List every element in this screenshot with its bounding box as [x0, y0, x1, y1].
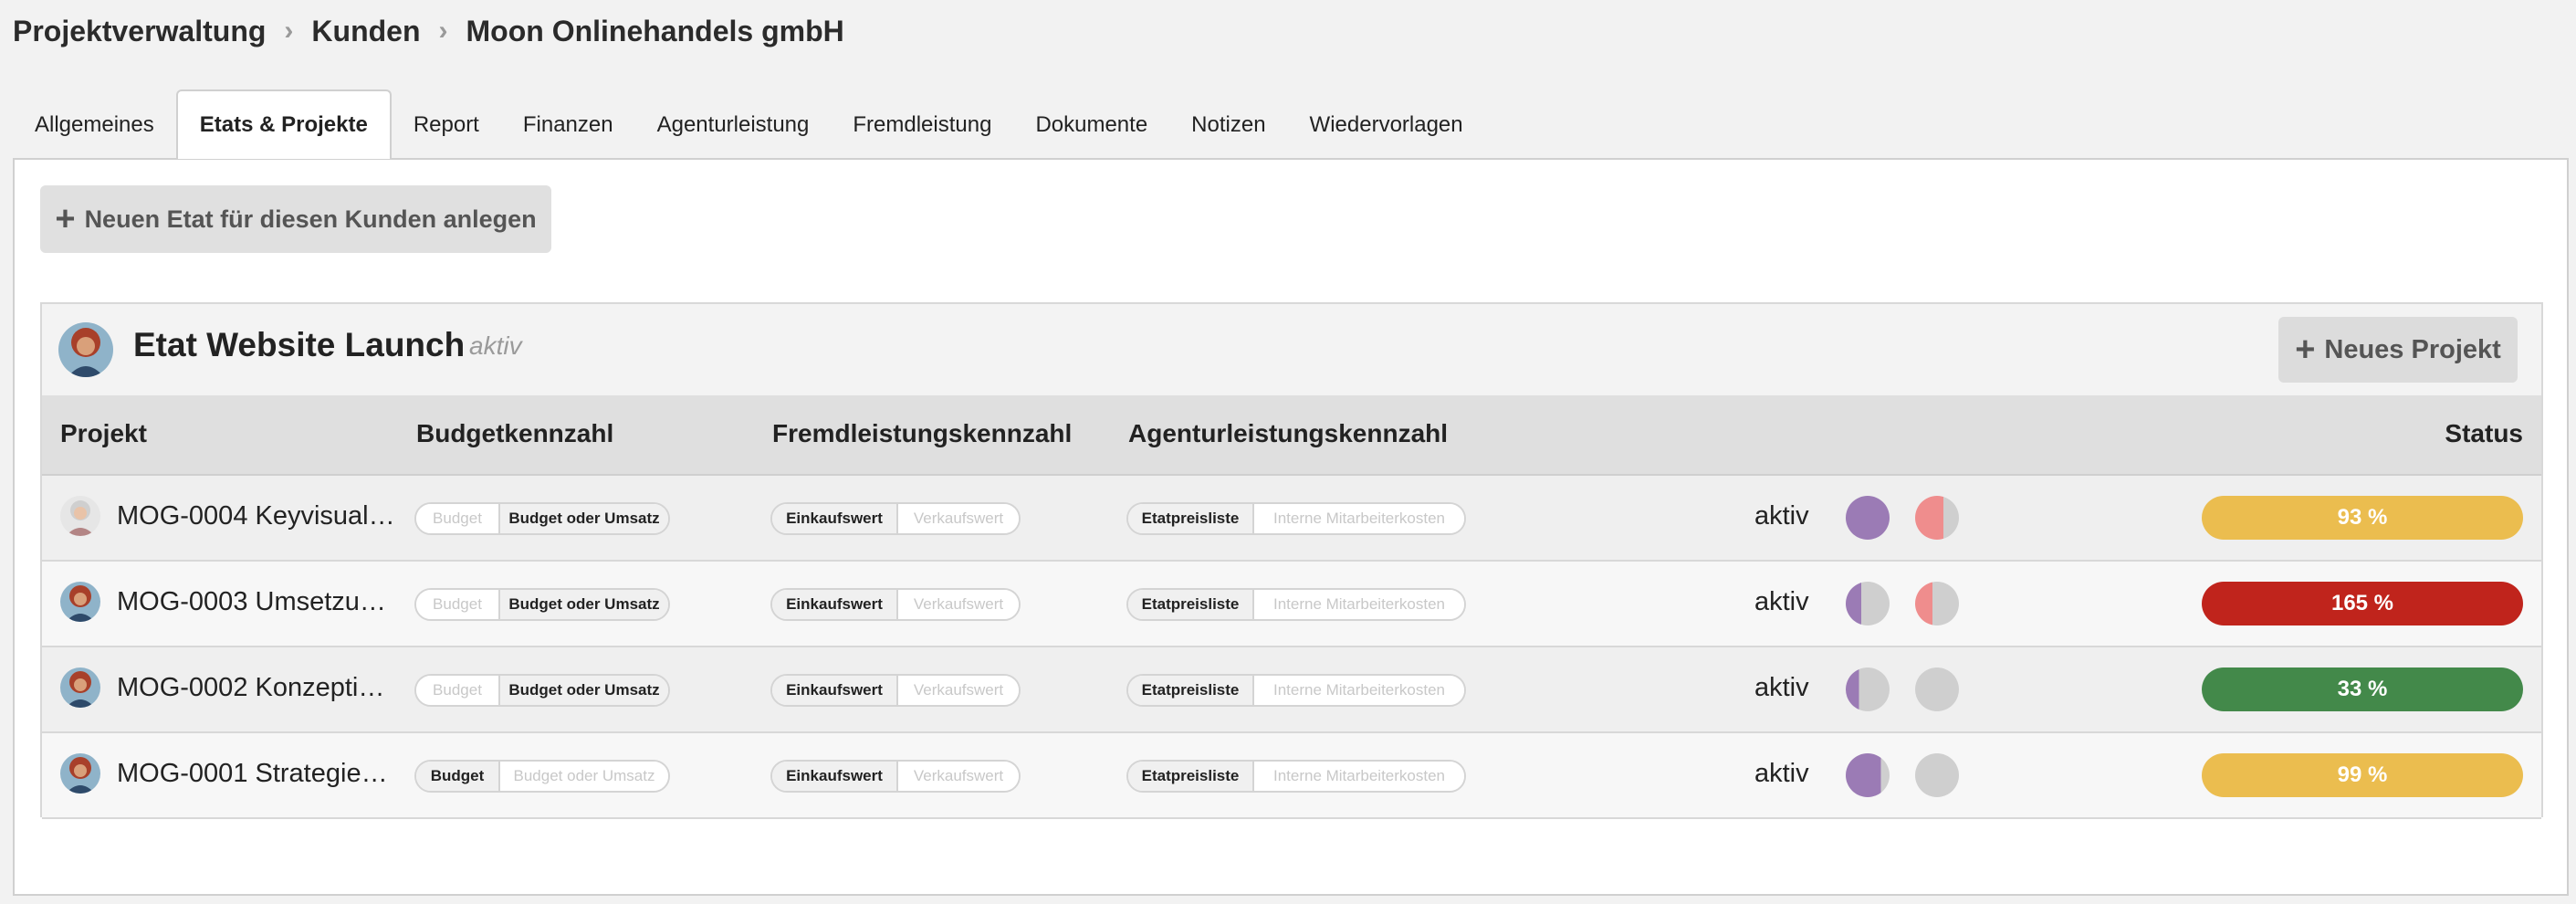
agentur-toggle[interactable]: Etatpreisliste Interne Mitarbeiterkosten — [1126, 588, 1466, 621]
breadcrumb-kunden[interactable]: Kunden — [311, 15, 420, 48]
budget-option-budget-oder-umsatz[interactable]: Budget oder Umsatz — [498, 762, 668, 791]
tab-etats-projekte[interactable]: Etats & Projekte — [175, 89, 392, 159]
new-etat-button[interactable]: + Neuen Etat für diesen Kunden anlegen — [40, 185, 551, 253]
column-fremdleistungskennzahl: Fremdleistungskennzahl — [772, 419, 1073, 447]
agentur-option-etatpreisliste[interactable]: Etatpreisliste — [1128, 590, 1252, 619]
budget-option-budget-oder-umsatz[interactable]: Budget oder Umsatz — [498, 504, 668, 533]
avatar — [60, 753, 100, 794]
agentur-toggle[interactable]: Etatpreisliste Interne Mitarbeiterkosten — [1126, 502, 1466, 535]
budget-indicator — [1846, 667, 1890, 711]
table-row[interactable]: MOG-0004 Keyvisual… Budget Budget oder Ums… — [42, 476, 2541, 562]
budget-toggle[interactable]: Budget Budget oder Umsatz — [414, 588, 670, 621]
tab-wiedervorlagen[interactable]: Wiedervorlagen — [1288, 91, 1485, 159]
fremdleistung-indicator — [1915, 582, 1959, 625]
project-name[interactable]: MOG-0001 Strategie… — [117, 759, 388, 789]
tab-agenturleistung[interactable]: Agenturleistung — [635, 91, 832, 159]
agentur-toggle[interactable]: Etatpreisliste Interne Mitarbeiterkosten — [1126, 674, 1466, 707]
agentur-option-interne-mitarbeiterkosten[interactable]: Interne Mitarbeiterkosten — [1252, 762, 1464, 791]
tab-notizen[interactable]: Notizen — [1169, 91, 1287, 159]
status-progress-badge: 165 % — [2202, 582, 2523, 625]
agentur-option-interne-mitarbeiterkosten[interactable]: Interne Mitarbeiterkosten — [1252, 504, 1464, 533]
budget-toggle[interactable]: Budget Budget oder Umsatz — [414, 502, 670, 535]
breadcrumb-customer: Moon Onlinehandels gmbH — [466, 14, 844, 47]
table-row[interactable]: MOG-0003 Umsetzu… Budget Budget oder Umsat… — [42, 562, 2541, 647]
fremd-option-verkaufswert[interactable]: Verkaufswert — [896, 676, 1019, 705]
budget-indicator — [1846, 582, 1890, 625]
tab-report[interactable]: Report — [392, 91, 501, 159]
fremdleistung-indicator — [1915, 753, 1959, 797]
etat-header: Etat Website Launch aktiv + Neues Projek… — [42, 304, 2541, 395]
chevron-right-icon: › — [438, 16, 448, 46]
budget-toggle[interactable]: Budget Budget oder Umsatz — [414, 674, 670, 707]
budget-option-budget[interactable]: Budget — [416, 676, 498, 705]
tab-fremdleistung[interactable]: Fremdleistung — [831, 91, 1013, 159]
new-etat-button-label: Neuen Etat für diesen Kunden anlegen — [84, 205, 537, 233]
breadcrumb-projektverwaltung[interactable]: Projektverwaltung — [13, 15, 266, 48]
status-progress-badge: 33 % — [2202, 667, 2523, 711]
budget-option-budget[interactable]: Budget — [416, 762, 498, 791]
budget-option-budget[interactable]: Budget — [416, 590, 498, 619]
etat-title: Etat Website Launch — [133, 326, 466, 363]
fremd-toggle[interactable]: Einkaufswert Verkaufswert — [770, 502, 1021, 535]
fremd-option-verkaufswert[interactable]: Verkaufswert — [896, 590, 1019, 619]
agentur-toggle[interactable]: Etatpreisliste Interne Mitarbeiterkosten — [1126, 760, 1466, 793]
etat-card: Etat Website Launch aktiv + Neues Projek… — [40, 302, 2543, 819]
plus-icon: + — [55, 200, 76, 238]
budget-option-budget-oder-umsatz[interactable]: Budget oder Umsatz — [498, 590, 668, 619]
etat-status: aktiv — [469, 331, 522, 360]
fremd-option-einkaufswert[interactable]: Einkaufswert — [772, 676, 896, 705]
column-projekt: Projekt — [60, 419, 147, 447]
fremdleistung-indicator — [1915, 667, 1959, 711]
status-progress-badge: 99 % — [2202, 753, 2523, 797]
budget-option-budget[interactable]: Budget — [416, 504, 498, 533]
row-status: aktiv — [1754, 501, 1809, 531]
budget-indicator — [1846, 496, 1890, 540]
avatar — [60, 582, 100, 622]
project-name[interactable]: MOG-0002 Konzepti… — [117, 673, 384, 703]
chevron-right-icon: › — [284, 16, 294, 46]
budget-toggle[interactable]: Budget Budget oder Umsatz — [414, 760, 670, 793]
fremdleistung-indicator — [1915, 496, 1959, 540]
tab-allgemeines[interactable]: Allgemeines — [13, 91, 176, 159]
avatar — [60, 496, 100, 536]
breadcrumb: Projektverwaltung › Kunden › Moon Online… — [13, 13, 844, 49]
fremd-toggle[interactable]: Einkaufswert Verkaufswert — [770, 760, 1021, 793]
new-project-button-label: Neues Projekt — [2324, 334, 2501, 364]
new-project-button[interactable]: + Neues Projekt — [2278, 317, 2518, 383]
fremd-option-verkaufswert[interactable]: Verkaufswert — [896, 504, 1019, 533]
fremd-toggle[interactable]: Einkaufswert Verkaufswert — [770, 674, 1021, 707]
agentur-option-interne-mitarbeiterkosten[interactable]: Interne Mitarbeiterkosten — [1252, 676, 1464, 705]
table-row[interactable]: MOG-0002 Konzepti… Budget Budget oder Umsa… — [42, 647, 2541, 733]
column-agenturleistungskennzahl: Agenturleistungskennzahl — [1128, 419, 1449, 447]
project-name[interactable]: MOG-0003 Umsetzu… — [117, 587, 386, 617]
tab-dokumente[interactable]: Dokumente — [1013, 91, 1169, 159]
row-status: aktiv — [1754, 673, 1809, 702]
column-status: Status — [2445, 419, 2523, 447]
table-row[interactable]: MOG-0001 Strategie… Budget Budget oder Ums… — [42, 733, 2541, 819]
row-status: aktiv — [1754, 587, 1809, 616]
column-budgetkennzahl: Budgetkennzahl — [416, 419, 614, 447]
tab-finanzen[interactable]: Finanzen — [501, 91, 635, 159]
agentur-option-etatpreisliste[interactable]: Etatpreisliste — [1128, 676, 1252, 705]
avatar — [60, 667, 100, 708]
avatar — [58, 322, 113, 377]
tab-panel: + Neuen Etat für diesen Kunden anlegen E… — [13, 158, 2569, 896]
row-status: aktiv — [1754, 759, 1809, 788]
fremd-option-einkaufswert[interactable]: Einkaufswert — [772, 590, 896, 619]
table-header: Projekt Budgetkennzahl Fremdleistungsken… — [42, 395, 2541, 476]
fremd-toggle[interactable]: Einkaufswert Verkaufswert — [770, 588, 1021, 621]
budget-option-budget-oder-umsatz[interactable]: Budget oder Umsatz — [498, 676, 668, 705]
status-progress-badge: 93 % — [2202, 496, 2523, 540]
agentur-option-etatpreisliste[interactable]: Etatpreisliste — [1128, 762, 1252, 791]
agentur-option-etatpreisliste[interactable]: Etatpreisliste — [1128, 504, 1252, 533]
plus-icon: + — [2295, 331, 2316, 369]
fremd-option-verkaufswert[interactable]: Verkaufswert — [896, 762, 1019, 791]
fremd-option-einkaufswert[interactable]: Einkaufswert — [772, 504, 896, 533]
project-name[interactable]: MOG-0004 Keyvisual… — [117, 501, 395, 531]
fremd-option-einkaufswert[interactable]: Einkaufswert — [772, 762, 896, 791]
tab-bar: Allgemeines Etats & Projekte Report Fina… — [13, 89, 1485, 159]
agentur-option-interne-mitarbeiterkosten[interactable]: Interne Mitarbeiterkosten — [1252, 590, 1464, 619]
budget-indicator — [1846, 753, 1890, 797]
